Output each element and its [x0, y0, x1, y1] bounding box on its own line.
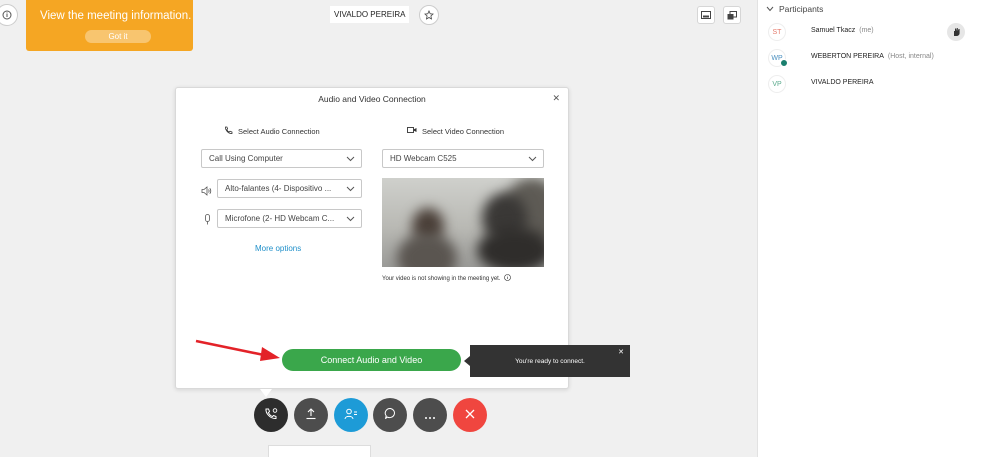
- video-connection-heading: Select Video Connection: [407, 126, 504, 136]
- close-icon: [464, 408, 476, 423]
- red-arrow-annotation: [195, 339, 280, 361]
- meeting-stage: View the meeting information. Got it VIV…: [0, 0, 757, 457]
- speaker-select[interactable]: Alto-falantes (4- Dispositivo ...: [217, 179, 362, 198]
- more-options-link[interactable]: More options: [255, 244, 301, 253]
- leave-meeting-control[interactable]: [453, 398, 487, 432]
- camera-select[interactable]: HD Webcam C525: [382, 149, 544, 168]
- tooltip-text: View the meeting information.: [40, 10, 192, 22]
- participant-name: Samuel Tkacz (me): [811, 27, 874, 34]
- video-note-text: Your video is not showing in the meeting…: [382, 275, 501, 282]
- participant-name: VIVALDO PEREIRA: [811, 79, 874, 86]
- active-speaker-name: VIVALDO PEREIRA: [330, 6, 410, 23]
- pin-icon[interactable]: [419, 5, 439, 25]
- upload-icon: [305, 407, 317, 423]
- phone-icon: [224, 126, 233, 137]
- more-control[interactable]: [413, 398, 447, 432]
- audio-connection-heading: Select Audio Connection: [224, 126, 320, 137]
- chat-bubble-icon: [384, 407, 397, 423]
- phone-settings-icon: [264, 407, 278, 424]
- participants-header[interactable]: Participants: [766, 4, 823, 14]
- participants-heading: Participants: [779, 4, 824, 14]
- connect-audio-video-button[interactable]: Connect Audio and Video: [282, 349, 461, 371]
- participant-row[interactable]: ST Samuel Tkacz (me): [768, 23, 988, 41]
- chat-control[interactable]: [373, 398, 407, 432]
- participants-panel: Participants ST Samuel Tkacz (me) WP WEBE…: [757, 0, 997, 457]
- participants-control[interactable]: [334, 398, 368, 432]
- speaker-icon: [201, 183, 212, 201]
- ready-tooltip-text: You're ready to connect.: [515, 357, 585, 365]
- microphone-value: Microfone (2- HD Webcam C...: [225, 214, 335, 223]
- share-content-control[interactable]: [294, 398, 328, 432]
- chevron-down-icon: [766, 4, 774, 14]
- speaker-value: Alto-falantes (4- Dispositivo ...: [225, 184, 332, 193]
- camera-icon: [407, 126, 417, 136]
- got-it-button[interactable]: Got it: [85, 30, 151, 43]
- chevron-down-icon: [346, 214, 355, 225]
- audio-mode-value: Call Using Computer: [209, 154, 283, 163]
- participant-row[interactable]: VP VIVALDO PEREIRA: [768, 75, 988, 93]
- close-icon[interactable]: ✕: [552, 93, 560, 104]
- video-heading-label: Select Video Connection: [422, 126, 505, 136]
- audio-connect-control[interactable]: [254, 398, 288, 432]
- info-icon[interactable]: [503, 274, 511, 283]
- dialog-title: Audio and Video Connection: [318, 94, 426, 104]
- avatar: VP: [768, 75, 786, 93]
- layout-icon[interactable]: [697, 6, 715, 24]
- dialog-pointer: [260, 389, 272, 397]
- audio-mode-select[interactable]: Call Using Computer: [201, 149, 362, 168]
- audio-heading-label: Select Audio Connection: [238, 127, 320, 136]
- raise-hand-icon[interactable]: [947, 23, 965, 41]
- participant-name: WEBERTON PEREIRA (Host, internal): [811, 53, 934, 60]
- participant-row[interactable]: WP WEBERTON PEREIRA (Host, internal): [768, 49, 988, 67]
- close-icon[interactable]: ✕: [618, 348, 624, 356]
- person-icon: [344, 408, 358, 423]
- video-status-note: Your video is not showing in the meeting…: [382, 274, 511, 283]
- chevron-down-icon: [346, 184, 355, 195]
- more-dots-icon: [424, 408, 436, 423]
- ready-tooltip: You're ready to connect. ✕: [464, 345, 630, 377]
- popout-icon[interactable]: [723, 6, 741, 24]
- camera-value: HD Webcam C525: [390, 154, 457, 163]
- chevron-down-icon: [346, 154, 355, 165]
- chevron-down-icon: [528, 154, 537, 165]
- host-badge-icon: [780, 59, 788, 67]
- self-view-tab[interactable]: [268, 445, 371, 457]
- microphone-select[interactable]: Microfone (2- HD Webcam C...: [217, 209, 362, 228]
- avatar: ST: [768, 23, 786, 41]
- microphone-icon: [204, 212, 211, 230]
- meeting-info-icon[interactable]: [0, 4, 18, 26]
- video-preview: [382, 178, 544, 267]
- meeting-info-tooltip: View the meeting information. Got it: [26, 0, 193, 51]
